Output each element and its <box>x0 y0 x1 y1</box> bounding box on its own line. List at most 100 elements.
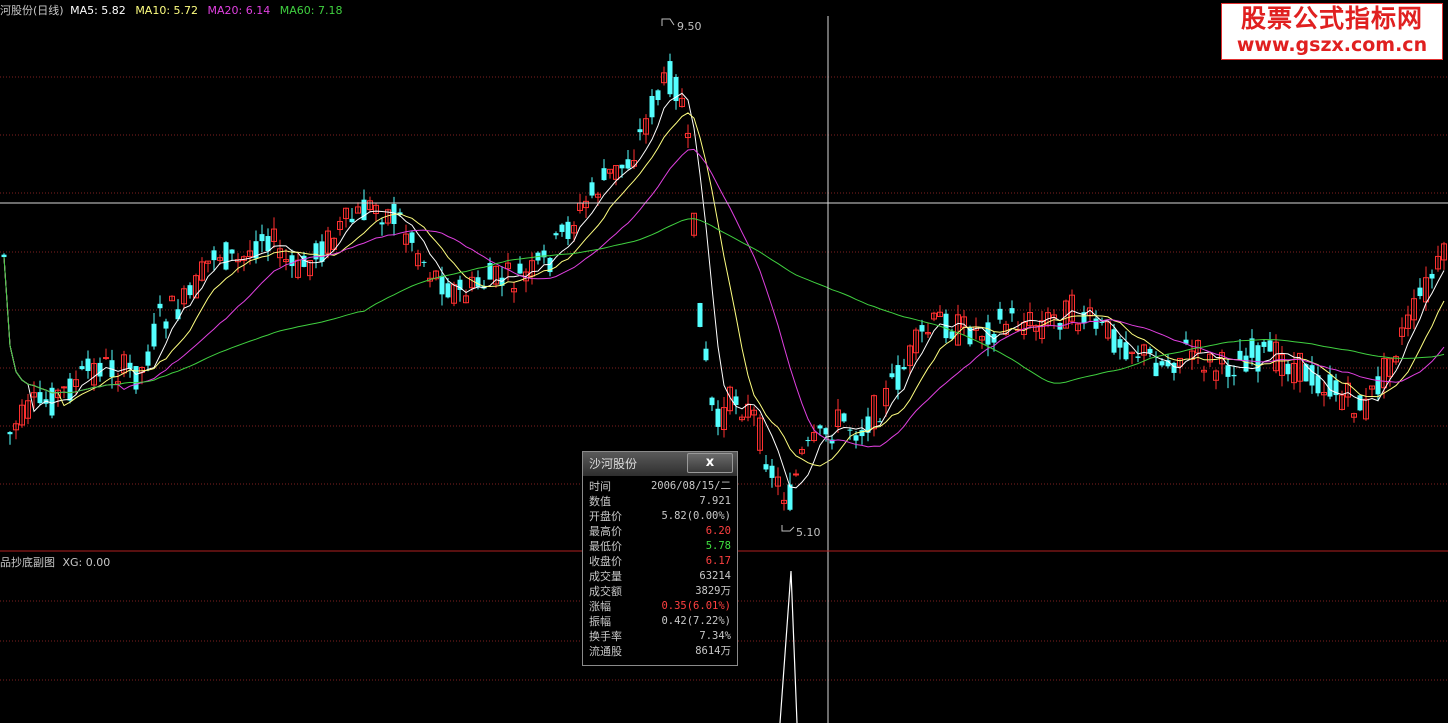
candle-body <box>1111 329 1117 353</box>
ma5-label: MA5: 5.82 <box>70 4 126 17</box>
candle-body <box>703 348 709 361</box>
close-button[interactable]: x <box>687 453 733 473</box>
tooltip-row-label: 成交量 <box>589 570 622 583</box>
candle-body <box>439 275 445 295</box>
candle-body <box>445 283 451 298</box>
candle-body <box>229 249 235 254</box>
candle-body <box>1123 342 1129 360</box>
tooltip-row-label: 成交额 <box>589 585 622 598</box>
candle-body <box>409 232 415 243</box>
candle-body <box>517 263 523 274</box>
candle-body <box>1357 395 1363 411</box>
tooltip-row: 最低价 5.78 <box>583 539 737 554</box>
tooltip-row-value: 8614万 <box>695 645 731 657</box>
candle-body <box>649 95 655 118</box>
tooltip-row-label: 涨幅 <box>589 600 611 613</box>
candle-body <box>889 373 895 378</box>
candle-body <box>901 367 907 370</box>
candle-body <box>259 234 265 242</box>
tooltip-row-label: 时间 <box>589 480 611 493</box>
tooltip-row: 振幅 0.42(7.22%) <box>583 614 737 629</box>
high-label: 9.50 <box>677 20 702 33</box>
tooltip-row-value: 5.78 <box>705 540 731 552</box>
candle-body <box>1171 362 1177 373</box>
candle-body <box>697 303 703 327</box>
candle-body <box>151 323 157 347</box>
candle-body <box>763 464 769 470</box>
tooltip-row-value: 6.20 <box>705 525 731 537</box>
candle-body <box>1153 362 1159 377</box>
candle-body <box>1285 363 1291 375</box>
candle-body <box>103 357 109 360</box>
candle-body <box>853 435 859 441</box>
candle-body <box>157 303 163 309</box>
candle-body <box>1225 365 1231 377</box>
candle-body <box>145 351 151 366</box>
candle-body <box>919 325 925 332</box>
candle-body <box>895 365 901 390</box>
ma10-label: MA10: 5.72 <box>135 4 199 17</box>
tooltip-row: 成交量 63214 <box>583 569 737 584</box>
sub-chart-title: 品抄底副图 <box>0 556 55 569</box>
tooltip-row-value: 6.17 <box>705 555 731 567</box>
candle-body <box>637 129 643 133</box>
sub-indicator <box>779 570 798 723</box>
high-marker: 9.50 <box>661 18 702 33</box>
candle-body <box>7 432 13 435</box>
tooltip-row: 最高价 6.20 <box>583 524 737 539</box>
candle-body <box>817 425 823 429</box>
main-chart-header: 河股份(日线) MA5: 5.82 MA10: 5.72 MA20: 6.14 … <box>0 2 348 18</box>
candle-body <box>211 250 217 261</box>
candle-body <box>991 334 997 343</box>
candle-body <box>1315 375 1321 394</box>
candle-body <box>787 484 793 510</box>
tooltip-row: 数值 7.921 <box>583 494 737 509</box>
candle-body <box>319 241 325 262</box>
candle-body <box>625 159 631 169</box>
candle-body <box>379 222 385 225</box>
tooltip-title: 沙河股份 <box>589 457 638 471</box>
tooltip-row-label: 流通股 <box>589 645 622 658</box>
tooltip-row-value: 2006/08/15/二 <box>650 480 731 492</box>
tooltip-row: 成交额 3829万 <box>583 584 737 599</box>
tooltip-row-label: 最高价 <box>589 525 622 538</box>
candle-body <box>85 358 91 372</box>
tooltip-row-label: 开盘价 <box>589 510 622 523</box>
candle-body <box>1 254 7 258</box>
watermark-url: www.gszx.com.cn <box>1236 34 1428 56</box>
candle-body <box>133 366 139 390</box>
candle-body <box>67 378 73 401</box>
tooltip-row-value: 7.921 <box>699 495 731 507</box>
candle-body <box>847 429 853 431</box>
candle-body <box>769 465 775 478</box>
ma60-label: MA60: 7.18 <box>279 4 343 17</box>
xg-label: XG: 0.00 <box>62 556 111 569</box>
tooltip-row: 流通股 8614万 <box>583 644 737 659</box>
candle-body <box>559 224 565 232</box>
low-label: 5.10 <box>796 526 821 539</box>
watermark-title: 股票公式指标网 <box>1240 4 1423 33</box>
tooltip-row-value: 63214 <box>699 570 731 582</box>
tooltip-row-value: 7.34% <box>699 630 731 642</box>
tooltip-row-label: 数值 <box>589 495 611 508</box>
candle-body <box>163 321 169 329</box>
candle-body <box>1327 374 1333 397</box>
candle-body <box>709 397 715 406</box>
candle-body <box>1159 361 1165 366</box>
candle-body <box>1147 348 1153 354</box>
tooltip-row-label: 换手率 <box>589 630 622 643</box>
candle-body <box>421 261 427 263</box>
candle-body <box>1093 318 1099 329</box>
candle-body <box>187 285 193 296</box>
data-tooltip-window[interactable]: 沙河股份 x 时间 2006/08/15/二数值 7.921 开盘价 5.82(0.00… <box>582 451 738 666</box>
tooltip-row: 涨幅 0.35(6.01%) <box>583 599 737 614</box>
tooltip-row: 时间 2006/08/15/二 <box>583 479 737 494</box>
tooltip-titlebar[interactable]: 沙河股份 x <box>583 452 737 476</box>
candle-body <box>655 90 661 101</box>
candles <box>1 53 1447 512</box>
candle-body <box>1099 321 1105 323</box>
candle-body <box>667 61 673 95</box>
tooltip-row-label: 振幅 <box>589 615 611 628</box>
tooltip-row-value: 5.82(0.00%) <box>661 510 731 522</box>
candle-body <box>1237 350 1243 361</box>
